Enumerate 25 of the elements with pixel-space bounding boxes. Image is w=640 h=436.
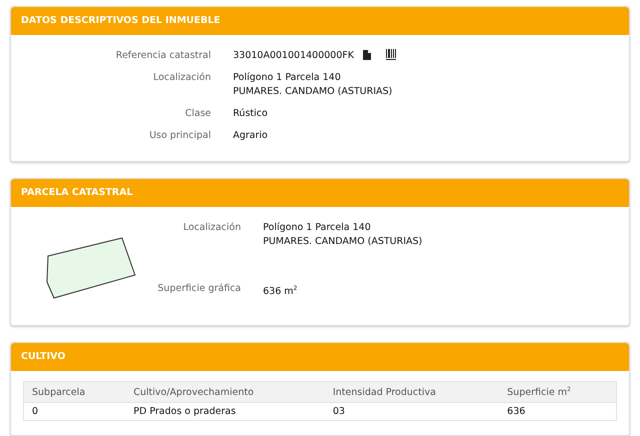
field-value: Agrario [233,129,268,143]
table-cell: 0 [24,402,126,421]
table-cell: PD Prados o praderas [126,402,325,421]
barcode-icon[interactable] [386,49,396,61]
column-header: Superficie m$^{2}$ [499,382,616,403]
column-header: Cultivo/Aprovechamiento [126,382,325,403]
field-value: 636 m$^{2}$ [263,284,298,300]
field-label: Clase [185,107,211,121]
field-label: Localización [153,71,211,85]
section-header: PARCELA CATASTRAL [11,179,629,207]
field-value: Polígono 1 Parcela 140 PUMARES. CANDAMO (ASTURIAS) [233,71,392,99]
column-header: Subparcela [24,382,126,403]
field-label: Localización [183,221,241,235]
field-value: Rústico [233,107,268,121]
column-header: Intensidad Productiva [324,382,500,403]
field-value: 33010A001001400000FK [233,49,354,63]
field-value: Polígono 1 Parcela 140 PUMARES. CANDAMO (ASTURIAS) [263,221,422,249]
document-icon[interactable] [362,49,372,61]
section-header: DATOS DESCRIPTIVOS DEL INMUEBLE [11,7,629,35]
section-header: CULTIVO [11,343,629,371]
table-cell: 636 [499,402,616,421]
field-label: Superficie gráfica [158,282,241,296]
field-label: Uso principal [149,129,211,143]
table-cell: 03 [324,402,500,421]
field-label: Referencia catastral [116,49,211,63]
